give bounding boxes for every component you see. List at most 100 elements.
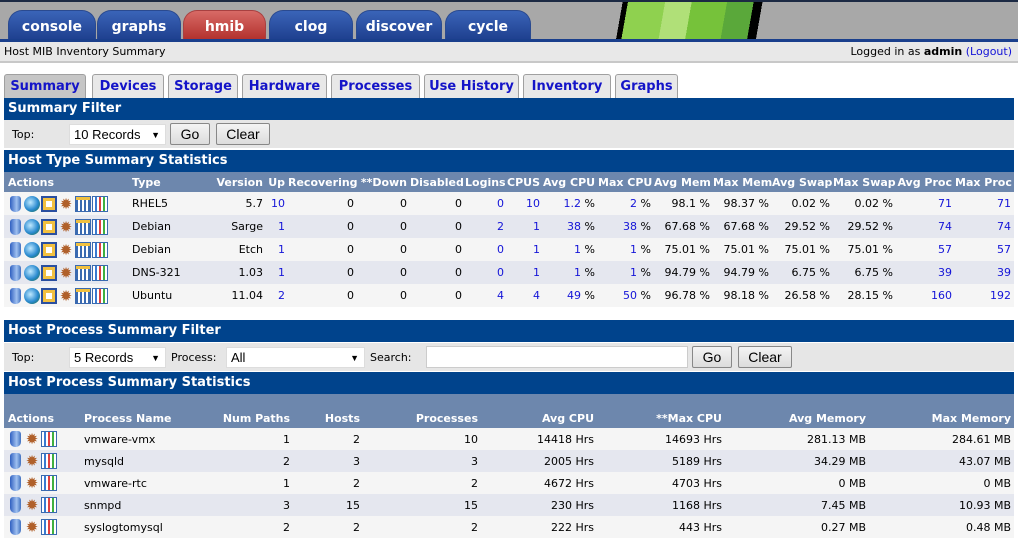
cell-link[interactable]: 1 [533,266,540,279]
server-icon[interactable] [10,241,21,258]
cell-link[interactable]: 0 [497,197,504,210]
cell-link[interactable]: 71 [997,197,1011,210]
cell-link[interactable]: 2 [278,289,285,302]
globe-icon[interactable] [24,241,40,258]
tab-hardware[interactable]: Hardware [242,74,327,98]
gear-icon[interactable]: ✹ [24,431,40,447]
clear-button[interactable]: Clear [216,123,270,145]
gear-icon[interactable]: ✹ [58,242,74,258]
cell-link[interactable]: 50 [623,289,637,302]
monitor-icon[interactable] [41,287,57,304]
cell-link[interactable]: 1.2 [564,197,582,210]
top-tab-discover[interactable]: discover [356,10,442,40]
gear-icon[interactable]: ✹ [24,519,40,535]
gear-icon[interactable]: ✹ [24,453,40,469]
tab-summary[interactable]: Summary [4,74,86,98]
cell-link[interactable]: 71 [938,197,952,210]
cell-link[interactable]: 192 [990,289,1011,302]
globe-icon[interactable] [24,264,40,281]
cell-link[interactable]: 0 [497,266,504,279]
process-select[interactable]: All ▼ [226,347,365,368]
chart-icon[interactable] [92,195,108,212]
top-records-select[interactable]: 5 Records ▼ [69,347,166,368]
gear-icon[interactable]: ✹ [58,219,74,235]
cell-link[interactable]: 1 [533,220,540,233]
top-records-select[interactable]: 10 Records ▼ [69,124,166,145]
server-icon[interactable] [10,264,21,281]
tab-processes[interactable]: Processes [331,74,420,98]
cell-link[interactable]: 1 [278,243,285,256]
gear-icon[interactable]: ✹ [24,497,40,513]
cell-link[interactable]: 1 [630,266,637,279]
cell-link[interactable]: 2 [497,220,504,233]
cell-link[interactable]: 39 [938,266,952,279]
calendar-icon[interactable] [75,241,91,258]
gear-icon[interactable]: ✹ [58,196,74,212]
server-icon[interactable] [10,519,21,535]
chart-icon[interactable] [92,264,108,281]
cell-link[interactable]: 160 [931,289,952,302]
cell-link[interactable]: 10 [271,197,285,210]
cell-link[interactable]: 57 [997,243,1011,256]
server-icon[interactable] [10,431,21,447]
monitor-icon[interactable] [41,241,57,258]
chart-icon[interactable] [41,475,57,491]
top-tab-clog[interactable]: clog [269,10,353,40]
calendar-icon[interactable] [75,287,91,304]
tab-inventory[interactable]: Inventory [523,74,611,98]
calendar-icon[interactable] [75,264,91,281]
cell-link[interactable]: 10 [526,197,540,210]
go-button[interactable]: Go [170,123,210,145]
gear-icon[interactable]: ✹ [58,288,74,304]
server-icon[interactable] [10,195,21,212]
gear-icon[interactable]: ✹ [24,475,40,491]
calendar-icon[interactable] [75,195,91,212]
chart-icon[interactable] [41,453,57,469]
cell-link[interactable]: 39 [997,266,1011,279]
server-icon[interactable] [10,218,21,235]
clear-button[interactable]: Clear [738,346,792,368]
cell-link[interactable]: 38 [567,220,581,233]
gear-icon[interactable]: ✹ [58,265,74,281]
globe-icon[interactable] [24,195,40,212]
chart-icon[interactable] [92,287,108,304]
server-icon[interactable] [10,475,21,491]
cell-link[interactable]: 1 [278,220,285,233]
cell-link[interactable]: 2 [630,197,637,210]
monitor-icon[interactable] [41,264,57,281]
monitor-icon[interactable] [41,195,57,212]
cell-link[interactable]: 38 [623,220,637,233]
cell-link[interactable]: 1 [574,243,581,256]
top-tab-cycle[interactable]: cycle [445,10,531,40]
server-icon[interactable] [10,497,21,513]
cell-link[interactable]: 1 [278,266,285,279]
cell-link[interactable]: 1 [533,243,540,256]
go-button[interactable]: Go [692,346,732,368]
globe-icon[interactable] [24,218,40,235]
chart-icon[interactable] [41,431,57,447]
cell-link[interactable]: 74 [997,220,1011,233]
tab-graphs[interactable]: Graphs [615,74,678,98]
cell-link[interactable]: 57 [938,243,952,256]
cell-link[interactable]: 74 [938,220,952,233]
calendar-icon[interactable] [75,218,91,235]
cell-link[interactable]: 49 [567,289,581,302]
chart-icon[interactable] [41,519,57,535]
server-icon[interactable] [10,287,21,304]
cell-link[interactable]: 1 [574,266,581,279]
tab-storage[interactable]: Storage [168,74,238,98]
top-tab-graphs[interactable]: graphs [97,10,181,40]
monitor-icon[interactable] [41,218,57,235]
cell-link[interactable]: 0 [497,243,504,256]
search-input[interactable] [426,346,688,368]
chart-icon[interactable] [92,241,108,258]
cell-link[interactable]: 4 [497,289,504,302]
chart-icon[interactable] [41,497,57,513]
cell-link[interactable]: 4 [533,289,540,302]
server-icon[interactable] [10,453,21,469]
top-tab-console[interactable]: console [8,10,96,40]
logout-link[interactable]: (Logout) [966,45,1012,58]
tab-use-history[interactable]: Use History [424,74,519,98]
tab-devices[interactable]: Devices [92,74,164,98]
top-tab-hmib[interactable]: hmib [183,10,266,40]
